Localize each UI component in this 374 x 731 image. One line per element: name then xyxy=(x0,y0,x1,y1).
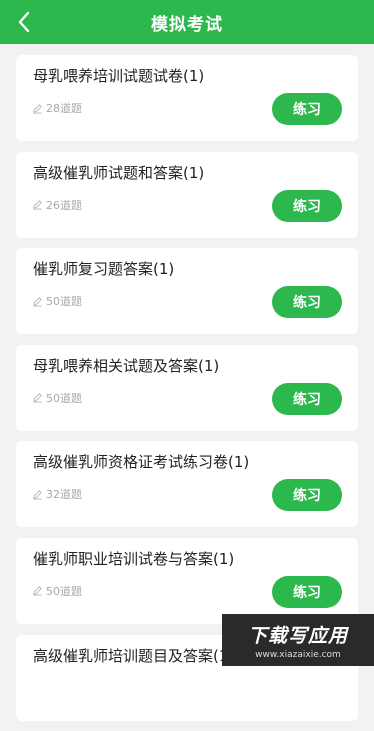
exam-card[interactable]: 催乳师复习题答案(1) 50道题 练习 xyxy=(16,248,358,334)
page-title: 模拟考试 xyxy=(151,10,223,35)
question-count: 50道题 xyxy=(32,583,82,599)
question-count: 26道题 xyxy=(32,197,82,213)
site-watermark: 下载写应用 www.xiazaixie.com xyxy=(222,614,374,666)
practice-button[interactable]: 练习 xyxy=(272,286,342,318)
question-count-text: 26道题 xyxy=(46,197,82,213)
pencil-icon xyxy=(32,103,43,114)
exam-title: 高级催乳师试题和答案(1) xyxy=(33,162,204,183)
pencil-icon xyxy=(32,296,43,307)
practice-button[interactable]: 练习 xyxy=(272,576,342,608)
exam-title: 母乳喂养培训试题试卷(1) xyxy=(33,65,204,86)
exam-title: 催乳师复习题答案(1) xyxy=(33,258,174,279)
pencil-icon xyxy=(32,585,43,596)
question-count: 28道题 xyxy=(32,100,82,116)
top-bar: 模拟考试 xyxy=(0,0,374,44)
question-count-text: 50道题 xyxy=(46,293,82,309)
back-button[interactable] xyxy=(10,8,38,36)
question-count-text: 32道题 xyxy=(46,486,82,502)
pencil-icon xyxy=(32,199,43,210)
practice-button[interactable]: 练习 xyxy=(272,383,342,415)
pencil-icon xyxy=(32,392,43,403)
exam-title: 母乳喂养相关试题及答案(1) xyxy=(33,355,219,376)
pencil-icon xyxy=(32,489,43,500)
question-count: 50道题 xyxy=(32,390,82,406)
question-count-text: 50道题 xyxy=(46,390,82,406)
practice-button[interactable]: 练习 xyxy=(272,479,342,511)
chevron-left-icon xyxy=(17,11,31,33)
question-count: 50道题 xyxy=(32,293,82,309)
exam-card[interactable]: 母乳喂养培训试题试卷(1) 28道题 练习 xyxy=(16,55,358,141)
question-count-text: 50道题 xyxy=(46,583,82,599)
exam-title: 高级催乳师资格证考试练习卷(1) xyxy=(33,451,249,472)
exam-card[interactable]: 催乳师职业培训试卷与答案(1) 50道题 练习 xyxy=(16,538,358,624)
practice-button[interactable]: 练习 xyxy=(272,93,342,125)
watermark-main: 下载写应用 xyxy=(248,621,348,648)
watermark-url: www.xiazaixie.com xyxy=(255,650,341,660)
practice-button[interactable]: 练习 xyxy=(272,190,342,222)
exam-title: 催乳师职业培训试卷与答案(1) xyxy=(33,548,234,569)
exam-title: 高级催乳师培训题目及答案(1) xyxy=(33,645,234,666)
exam-card[interactable]: 高级催乳师资格证考试练习卷(1) 32道题 练习 xyxy=(16,441,358,527)
exam-card[interactable]: 高级催乳师试题和答案(1) 26道题 练习 xyxy=(16,152,358,238)
question-count: 32道题 xyxy=(32,486,82,502)
exam-card[interactable]: 母乳喂养相关试题及答案(1) 50道题 练习 xyxy=(16,345,358,431)
question-count-text: 28道题 xyxy=(46,100,82,116)
